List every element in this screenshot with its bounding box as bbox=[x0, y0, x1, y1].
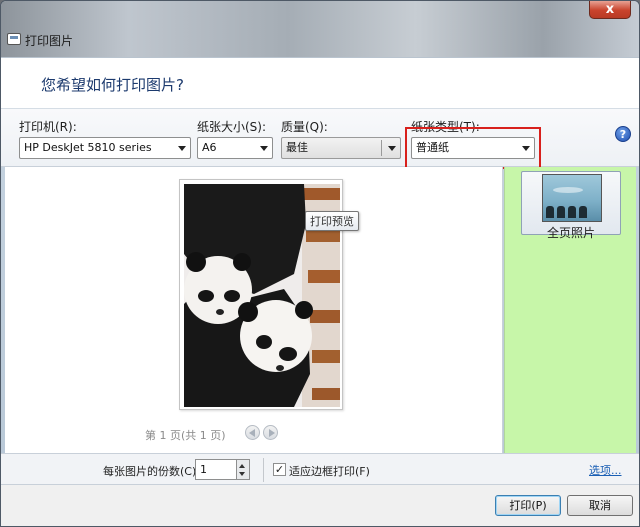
chevron-down-icon bbox=[388, 146, 396, 151]
header-question: 您希望如何打印图片? bbox=[41, 76, 184, 94]
copies-stepper[interactable] bbox=[237, 459, 250, 480]
quality-value: 最佳 bbox=[286, 141, 308, 154]
copies-input[interactable]: 1 bbox=[195, 459, 237, 480]
dropdown-divider bbox=[381, 140, 382, 156]
printer-label: 打印机(R): bbox=[19, 120, 77, 134]
chevron-down-icon bbox=[260, 146, 268, 151]
arrow-left-icon bbox=[249, 429, 255, 437]
printer-dropdown[interactable]: HP DeskJet 5810 series bbox=[19, 137, 191, 159]
fit-to-frame-label[interactable]: 适应边框打印(F) bbox=[289, 463, 370, 479]
header: 您希望如何打印图片? bbox=[1, 57, 639, 109]
previous-page-button[interactable] bbox=[245, 425, 260, 440]
layout-full-page-photo[interactable]: 全页照片 bbox=[521, 171, 621, 240]
copies-label: 每张图片的份数(C): bbox=[103, 465, 200, 478]
chevron-up-icon[interactable] bbox=[239, 464, 245, 468]
chevron-down-icon bbox=[178, 146, 186, 151]
page-indicator: 第 1 页(共 1 页) bbox=[145, 429, 226, 442]
print-button[interactable]: 打印(P) bbox=[495, 495, 561, 516]
chevron-down-icon bbox=[522, 146, 530, 151]
help-icon[interactable]: ? bbox=[615, 126, 631, 142]
paper-type-value: 普通纸 bbox=[416, 141, 449, 154]
layout-panel: 全页照片 bbox=[504, 167, 636, 453]
chevron-down-icon[interactable] bbox=[239, 472, 245, 476]
cancel-button[interactable]: 取消 bbox=[567, 495, 633, 516]
print-pictures-icon bbox=[7, 33, 21, 45]
layout-label: 全页照片 bbox=[546, 226, 595, 240]
paper-size-label: 纸张大小(S): bbox=[197, 120, 267, 134]
paper-type-dropdown[interactable]: 普通纸 bbox=[411, 137, 535, 159]
print-preview-tooltip: 打印预览 bbox=[305, 211, 359, 231]
printer-value: HP DeskJet 5810 series bbox=[24, 141, 152, 154]
row-divider bbox=[263, 458, 264, 482]
window-title: 打印图片 bbox=[25, 34, 74, 48]
quality-label: 质量(Q): bbox=[281, 120, 328, 134]
arrow-right-icon bbox=[269, 429, 275, 437]
layout-thumbnail-figures bbox=[546, 206, 598, 220]
options-link[interactable]: 选项... bbox=[589, 462, 622, 478]
print-preview-area: 打印预览 第 1 页(共 1 页) bbox=[5, 167, 503, 453]
next-page-button[interactable] bbox=[263, 425, 278, 440]
footer: 打印(P) 取消 bbox=[1, 485, 639, 526]
paper-size-dropdown[interactable]: A6 bbox=[197, 137, 273, 159]
paper-size-value: A6 bbox=[202, 141, 217, 154]
title-bar: 打印图片 x bbox=[1, 1, 639, 57]
print-pictures-window: 打印图片 x 您希望如何打印图片? 打印机(R): HP DeskJet 581… bbox=[0, 0, 640, 527]
close-button[interactable]: x bbox=[589, 1, 631, 19]
copies-row: 每张图片的份数(C): 1 ✓ 适应边框打印(F) 选项... bbox=[1, 453, 639, 485]
paper-type-label: 纸张类型(T): bbox=[411, 120, 480, 134]
print-options-bar: 打印机(R): HP DeskJet 5810 series 纸张大小(S): … bbox=[1, 109, 639, 167]
quality-dropdown[interactable]: 最佳 bbox=[281, 137, 401, 159]
fit-to-frame-checkbox[interactable]: ✓ bbox=[273, 463, 286, 476]
